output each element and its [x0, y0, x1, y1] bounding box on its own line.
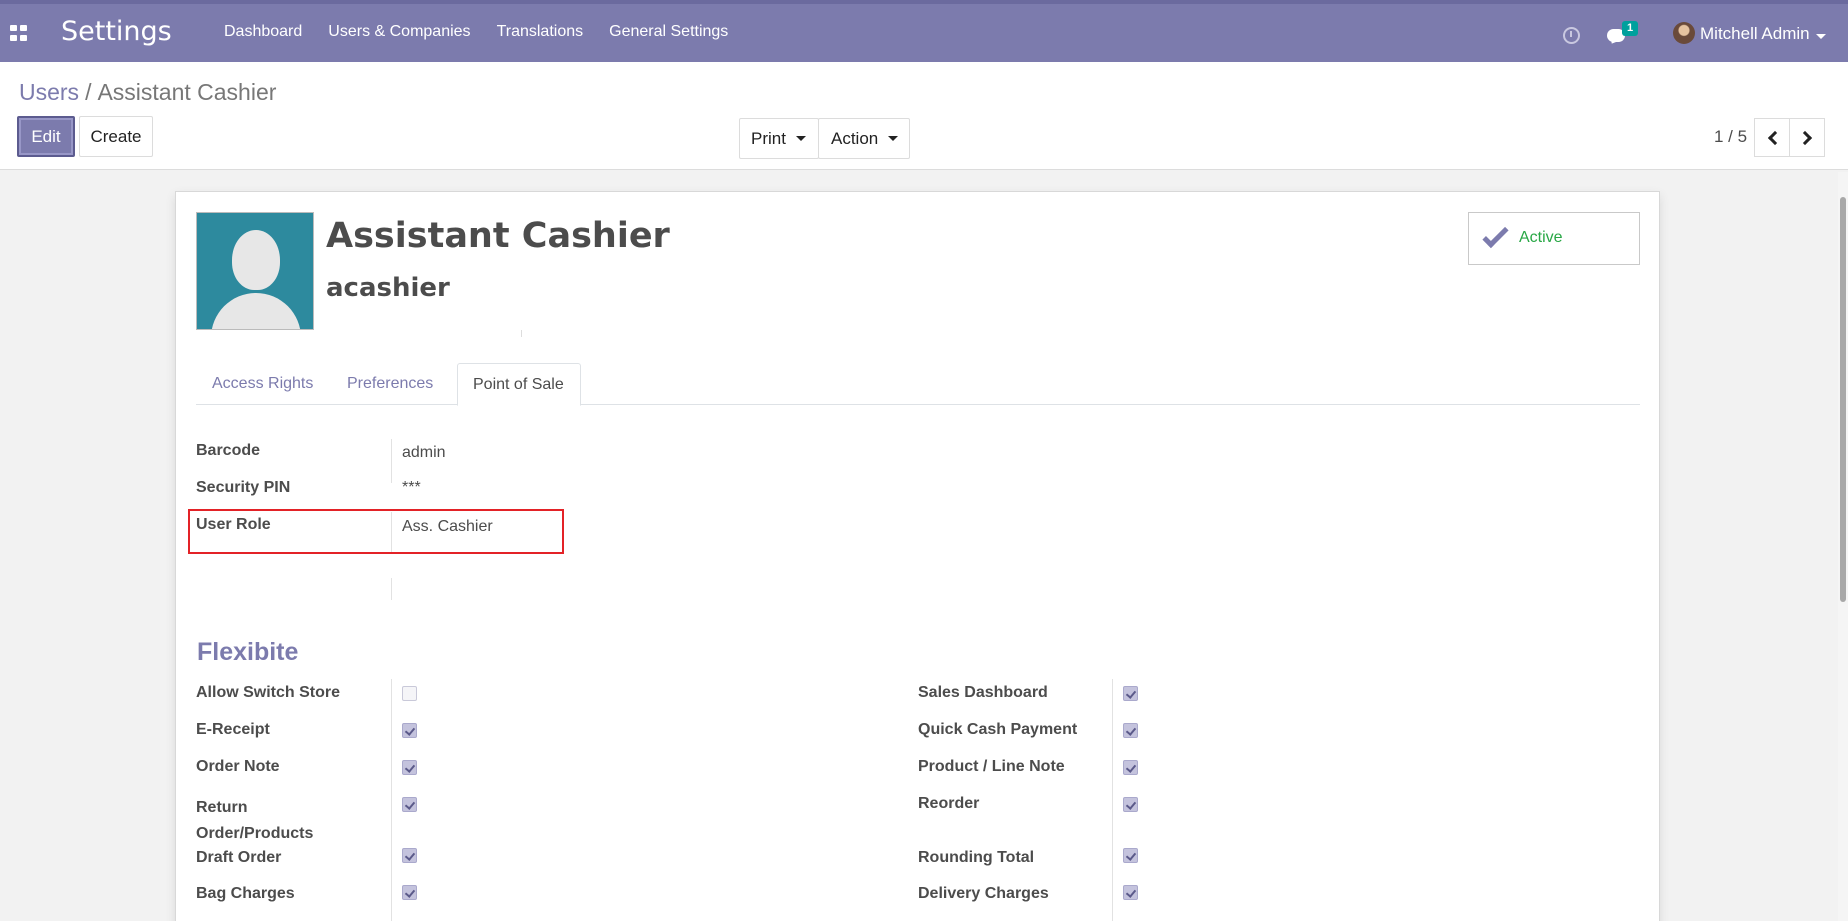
top-navbar: Settings Dashboard Users & Companies Tra… [0, 0, 1848, 62]
record-name: Assistant Cashier [326, 216, 670, 256]
security-pin-label: Security PIN [196, 479, 291, 496]
e-receipt-label: E-Receipt [196, 721, 270, 738]
notebook-tabs: Access Rights Preferences Point of Sale [196, 363, 1640, 406]
pager-next-button[interactable] [1789, 118, 1825, 157]
breadcrumb-users-link[interactable]: Users [19, 79, 79, 105]
tab-point-of-sale[interactable]: Point of Sale [457, 363, 581, 406]
chevron-right-icon [1797, 130, 1813, 146]
user-menu-name[interactable]: Mitchell Admin [1700, 24, 1810, 44]
sales-dashboard-label: Sales Dashboard [918, 684, 1048, 701]
scrollbar-thumb[interactable] [1840, 197, 1846, 602]
create-button[interactable]: Create [79, 116, 153, 157]
security-pin-value: *** [402, 479, 421, 496]
avatar-placeholder-body [211, 293, 301, 329]
user-photo[interactable] [196, 212, 314, 330]
field-divider [391, 512, 392, 552]
pager-previous-button[interactable] [1754, 118, 1790, 157]
tab-preferences[interactable]: Preferences [331, 363, 449, 405]
barcode-label: Barcode [196, 442, 261, 459]
flexibite-section-title: Flexibite [197, 638, 299, 666]
caret-down-icon [795, 136, 806, 141]
main-menu: Dashboard Users & Companies Translations… [224, 23, 754, 41]
reorder-checkbox[interactable] [1123, 797, 1138, 812]
delivery-charges-label: Delivery Charges [918, 885, 1049, 902]
form-sheet: Assistant Cashier acashier Active Access… [175, 191, 1660, 921]
quick-cash-payment-checkbox[interactable] [1123, 723, 1138, 738]
menu-item-users-companies[interactable]: Users & Companies [328, 23, 470, 41]
print-label: Print [751, 128, 786, 148]
edit-button[interactable]: Edit [17, 116, 75, 157]
allow-switch-store-label: Allow Switch Store [196, 684, 341, 701]
active-status-button[interactable]: Active [1468, 212, 1640, 265]
app-title[interactable]: Settings [61, 16, 172, 47]
field-divider [521, 330, 522, 337]
product-line-note-checkbox[interactable] [1123, 760, 1138, 775]
action-dropdown-button[interactable]: Action [818, 118, 910, 159]
action-label: Action [831, 128, 879, 148]
product-line-note-label: Product / Line Note [918, 758, 1065, 775]
caret-down-icon [888, 136, 899, 141]
return-order-products-checkbox[interactable] [402, 797, 417, 812]
menu-item-dashboard[interactable]: Dashboard [224, 23, 302, 41]
column-divider [391, 679, 392, 921]
activity-clock-icon[interactable] [1563, 27, 1580, 44]
tab-access-rights[interactable]: Access Rights [196, 363, 329, 405]
delivery-charges-checkbox[interactable] [1123, 885, 1138, 900]
sales-dashboard-checkbox[interactable] [1123, 686, 1138, 701]
check-icon [1482, 221, 1509, 249]
notification-badge: 1 [1622, 21, 1638, 36]
quick-cash-payment-label: Quick Cash Payment [918, 721, 1078, 738]
chevron-left-icon [1767, 130, 1783, 146]
bag-charges-label: Bag Charges [196, 885, 295, 902]
return-order-products-label: Return Order/Products [196, 799, 314, 842]
menu-item-general-settings[interactable]: General Settings [609, 23, 728, 41]
pager-value[interactable]: 1 / 5 [1714, 127, 1747, 147]
user-menu-caret-icon[interactable] [1816, 34, 1826, 39]
print-dropdown-button[interactable]: Print [739, 118, 819, 159]
breadcrumb-current: Assistant Cashier [97, 79, 277, 105]
user-role-label: User Role [196, 516, 271, 533]
rounding-total-checkbox[interactable] [1123, 848, 1138, 863]
draft-order-label: Draft Order [196, 849, 282, 866]
column-divider [1112, 679, 1113, 921]
field-divider [391, 439, 392, 483]
draft-order-checkbox[interactable] [402, 848, 417, 863]
order-note-checkbox[interactable] [402, 760, 417, 775]
barcode-value: admin [402, 444, 446, 461]
rounding-total-label: Rounding Total [918, 849, 1035, 866]
bag-charges-checkbox[interactable] [402, 885, 417, 900]
breadcrumb: Users / Assistant Cashier [19, 79, 276, 106]
e-receipt-checkbox[interactable] [402, 723, 417, 738]
avatar-placeholder-head [232, 230, 280, 290]
order-note-label: Order Note [196, 758, 280, 775]
menu-item-translations[interactable]: Translations [497, 23, 584, 41]
allow-switch-store-checkbox[interactable] [402, 686, 417, 701]
avatar[interactable] [1673, 22, 1695, 44]
user-role-value: Ass. Cashier [402, 518, 493, 535]
breadcrumb-separator: / [85, 79, 92, 105]
record-login: acashier [326, 273, 450, 303]
field-divider [391, 578, 392, 600]
reorder-label: Reorder [918, 795, 980, 812]
control-panel: Users / Assistant Cashier Edit Create Prin… [0, 62, 1848, 170]
apps-menu-icon[interactable] [10, 25, 28, 41]
active-status-label: Active [1519, 229, 1563, 246]
